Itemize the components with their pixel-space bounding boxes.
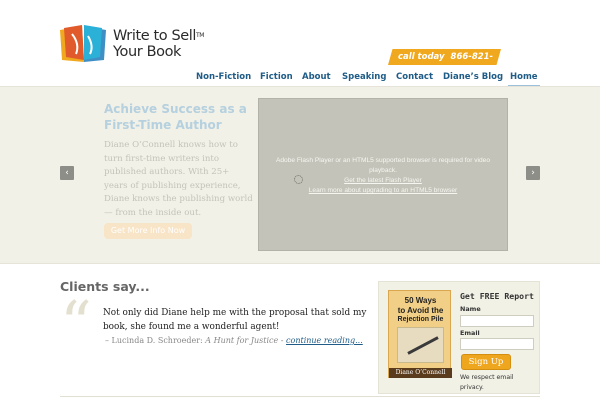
chevron-right-icon: › (531, 168, 535, 178)
name-label: Name (460, 305, 481, 313)
testimonial-quote: Not only did Diane help me with the prop… (103, 308, 367, 332)
site-header: Write to SellTM Your Book call today 866… (0, 0, 600, 87)
get-more-info-button[interactable]: Get More Info Now (104, 223, 192, 239)
cover-title-line-3: Rejection Pile (397, 316, 444, 323)
report-book-cover: 50 Ways to Avoid the Rejection Pile Dian… (388, 290, 452, 378)
open-book-icon (60, 25, 106, 62)
slider-next-button[interactable]: › (526, 166, 540, 180)
quote-mark-icon: “ (60, 287, 92, 360)
video-requirement-text: Adobe Flash Player or an HTML5 supported… (275, 157, 491, 174)
cover-title-line-1: 50 Ways (404, 296, 437, 305)
cover-title-line-2: to Avoid the (397, 306, 444, 315)
hero-slider: ‹ Achieve Success as a First-Time Author… (0, 86, 600, 264)
call-today-label: call today (398, 52, 445, 62)
site-logo[interactable]: Write to SellTM Your Book (58, 24, 208, 68)
email-label: Email (460, 329, 480, 337)
testimonial-attribution: – Lucinda D. Schroeder: A Hunt for Justi… (105, 336, 363, 345)
nav-item-contact[interactable]: Contact (396, 72, 433, 82)
cover-illustration (397, 327, 444, 363)
logo-wordmark: Write to SellTM Your Book (113, 28, 204, 60)
sign-up-button[interactable]: Sign Up (461, 354, 511, 370)
free-report-panel: 50 Ways to Avoid the Rejection Pile Dian… (378, 281, 540, 394)
call-today-banner[interactable]: call today 866-821-4164 (388, 49, 501, 65)
name-field[interactable] (460, 315, 534, 327)
attribution-name: – Lucinda D. Schroeder: (105, 336, 203, 345)
hero-title: Achieve Success as a First-Time Author (104, 102, 247, 132)
section-divider (60, 396, 540, 397)
nav-item-speaking[interactable]: Speaking (342, 72, 386, 82)
flash-player-link[interactable]: Get the latest Flash Player (265, 176, 501, 186)
logo-line-1: Write to Sell (113, 28, 197, 44)
report-heading: Get FREE Report (460, 291, 534, 301)
nav-item-about[interactable]: About (302, 72, 331, 82)
attribution-book-title: A Hunt for Justice (205, 336, 279, 345)
cover-author: Diane O’Connell (389, 368, 452, 378)
privacy-note: We respect email privacy. (460, 374, 514, 391)
html5-browser-link[interactable]: Learn more about upgrading to an HTML5 b… (265, 186, 501, 196)
nav-item-home[interactable]: Home (508, 72, 540, 87)
attribution-separator: - (278, 336, 287, 345)
pen-icon (407, 336, 439, 355)
email-field[interactable] (460, 338, 534, 350)
nav-item-fiction[interactable]: Fiction (260, 72, 293, 82)
nav-item-dianes-blog[interactable]: Diane’s Blog (443, 72, 503, 82)
logo-line-2: Your Book (113, 44, 182, 60)
video-player[interactable]: Adobe Flash Player or an HTML5 supported… (258, 98, 508, 251)
chevron-left-icon: ‹ (65, 168, 69, 178)
nav-item-non-fiction[interactable]: Non-Fiction (196, 72, 251, 82)
continue-reading-link[interactable]: continue reading... (286, 336, 363, 345)
slider-prev-button[interactable]: ‹ (60, 166, 74, 180)
hero-description: Diane O’Connell knows how to turn first-… (104, 140, 253, 218)
trademark-mark: TM (196, 32, 205, 39)
video-fallback-message: Adobe Flash Player or an HTML5 supported… (265, 156, 501, 196)
